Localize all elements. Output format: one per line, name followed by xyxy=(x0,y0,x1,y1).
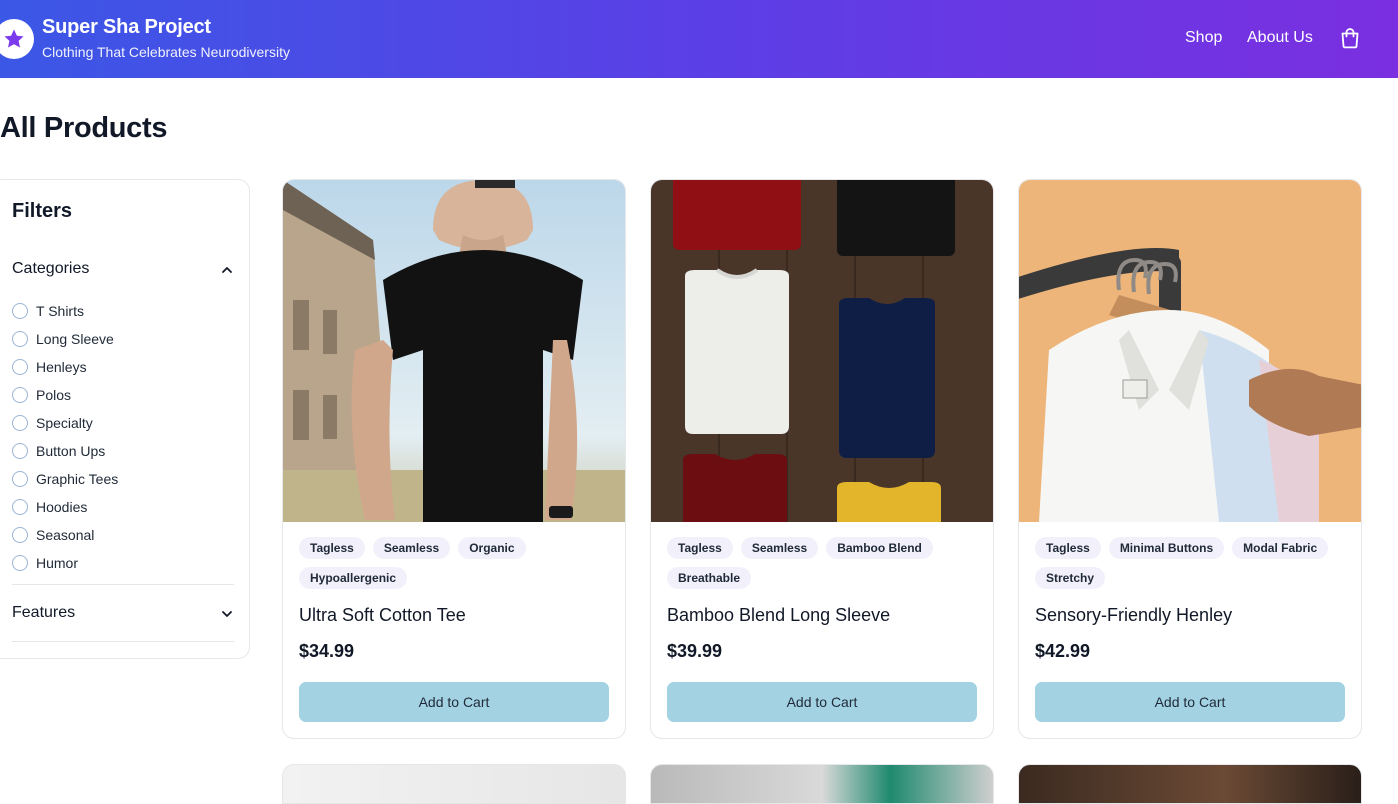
chevron-down-icon xyxy=(222,611,232,617)
radio-button[interactable] xyxy=(12,471,28,487)
category-option[interactable]: Hoodies xyxy=(12,493,234,521)
nav-shop-link[interactable]: Shop xyxy=(1185,29,1222,47)
divider xyxy=(12,641,234,642)
add-to-cart-button[interactable]: Add to Cart xyxy=(299,682,609,722)
category-option[interactable]: Specialty xyxy=(12,409,234,437)
category-label: Humor xyxy=(36,555,79,571)
feature-tag: Hypoallergenic xyxy=(299,567,408,589)
product-price: $42.99 xyxy=(1035,641,1091,661)
radio-button[interactable] xyxy=(12,499,28,515)
radio-button[interactable] xyxy=(12,303,28,319)
product-card[interactable]: Tagless Seamless Bamboo Blend Breathable… xyxy=(650,179,994,739)
add-to-cart-button[interactable]: Add to Cart xyxy=(667,682,977,722)
product-card[interactable]: Tagless Seamless Organic Hypoallergenic … xyxy=(282,179,626,739)
feature-tag: Minimal Buttons xyxy=(1108,537,1225,559)
radio-button[interactable] xyxy=(12,415,28,431)
product-price: $34.99 xyxy=(299,641,355,661)
product-name[interactable]: Bamboo Blend Long Sleeve xyxy=(667,605,890,626)
category-label: Specialty xyxy=(36,415,93,431)
categories-toggle[interactable]: Categories xyxy=(12,260,234,282)
logo[interactable] xyxy=(0,19,34,59)
radio-button[interactable] xyxy=(12,387,28,403)
star-icon xyxy=(4,29,24,48)
categories-label: Categories xyxy=(12,260,90,277)
category-option[interactable]: Button Ups xyxy=(12,437,234,465)
brand-subtitle: Clothing That Celebrates Neurodiversity xyxy=(42,44,290,60)
feature-tag: Tagless xyxy=(667,537,733,559)
category-label: Graphic Tees xyxy=(36,471,119,487)
category-label: T Shirts xyxy=(36,303,84,319)
category-label: Henleys xyxy=(36,359,87,375)
feature-tag: Stretchy xyxy=(1035,567,1106,589)
radio-button[interactable] xyxy=(12,443,28,459)
shopping-bag-icon[interactable] xyxy=(1338,26,1362,50)
filters-title: Filters xyxy=(12,200,73,222)
product-image[interactable] xyxy=(651,180,993,522)
category-option[interactable]: T Shirts xyxy=(12,297,234,325)
feature-tag: Breathable xyxy=(667,567,752,589)
feature-tag: Modal Fabric xyxy=(1232,537,1329,559)
product-card[interactable] xyxy=(1018,764,1362,804)
feature-tag: Seamless xyxy=(740,537,819,559)
radio-button[interactable] xyxy=(12,331,28,347)
radio-button[interactable] xyxy=(12,359,28,375)
divider xyxy=(12,584,234,585)
features-label: Features xyxy=(12,604,76,621)
radio-button[interactable] xyxy=(12,555,28,571)
product-image[interactable] xyxy=(1019,180,1361,522)
filters-panel: Filters Categories T Shirts Long Sleeve … xyxy=(0,179,250,659)
category-option[interactable]: Humor xyxy=(12,549,234,577)
site-header: Super Sha Project Clothing That Celebrat… xyxy=(0,0,1398,78)
product-tags: Tagless Minimal Buttons Modal Fabric Str… xyxy=(1035,537,1351,589)
nav-about-link[interactable]: About Us xyxy=(1247,29,1313,47)
feature-tag: Bamboo Blend xyxy=(826,537,933,559)
category-label: Button Ups xyxy=(36,443,106,459)
chevron-up-icon xyxy=(222,267,232,273)
product-card[interactable] xyxy=(650,764,994,804)
category-label: Long Sleeve xyxy=(36,331,114,347)
feature-tag: Organic xyxy=(458,537,526,559)
product-image[interactable] xyxy=(283,180,625,522)
category-list: T Shirts Long Sleeve Henleys Polos Speci… xyxy=(12,297,234,577)
product-name[interactable]: Ultra Soft Cotton Tee xyxy=(299,605,466,626)
category-label: Hoodies xyxy=(36,499,88,515)
product-card[interactable]: Tagless Minimal Buttons Modal Fabric Str… xyxy=(1018,179,1362,739)
product-tags: Tagless Seamless Organic Hypoallergenic xyxy=(299,537,615,589)
category-option[interactable]: Graphic Tees xyxy=(12,465,234,493)
radio-button[interactable] xyxy=(12,527,28,543)
category-option[interactable]: Long Sleeve xyxy=(12,325,234,353)
category-option[interactable]: Henleys xyxy=(12,353,234,381)
category-option[interactable]: Polos xyxy=(12,381,234,409)
features-toggle[interactable]: Features xyxy=(12,604,234,626)
category-label: Seasonal xyxy=(36,527,95,543)
feature-tag: Tagless xyxy=(299,537,365,559)
feature-tag: Seamless xyxy=(372,537,451,559)
product-price: $39.99 xyxy=(667,641,723,661)
product-tags: Tagless Seamless Bamboo Blend Breathable xyxy=(667,537,983,589)
product-name[interactable]: Sensory-Friendly Henley xyxy=(1035,605,1232,626)
category-option[interactable]: Seasonal xyxy=(12,521,234,549)
page-title: All Products xyxy=(0,112,168,144)
brand-title[interactable]: Super Sha Project xyxy=(42,16,211,39)
product-card[interactable] xyxy=(282,764,626,804)
feature-tag: Tagless xyxy=(1035,537,1101,559)
category-label: Polos xyxy=(36,387,72,403)
add-to-cart-button[interactable]: Add to Cart xyxy=(1035,682,1345,722)
